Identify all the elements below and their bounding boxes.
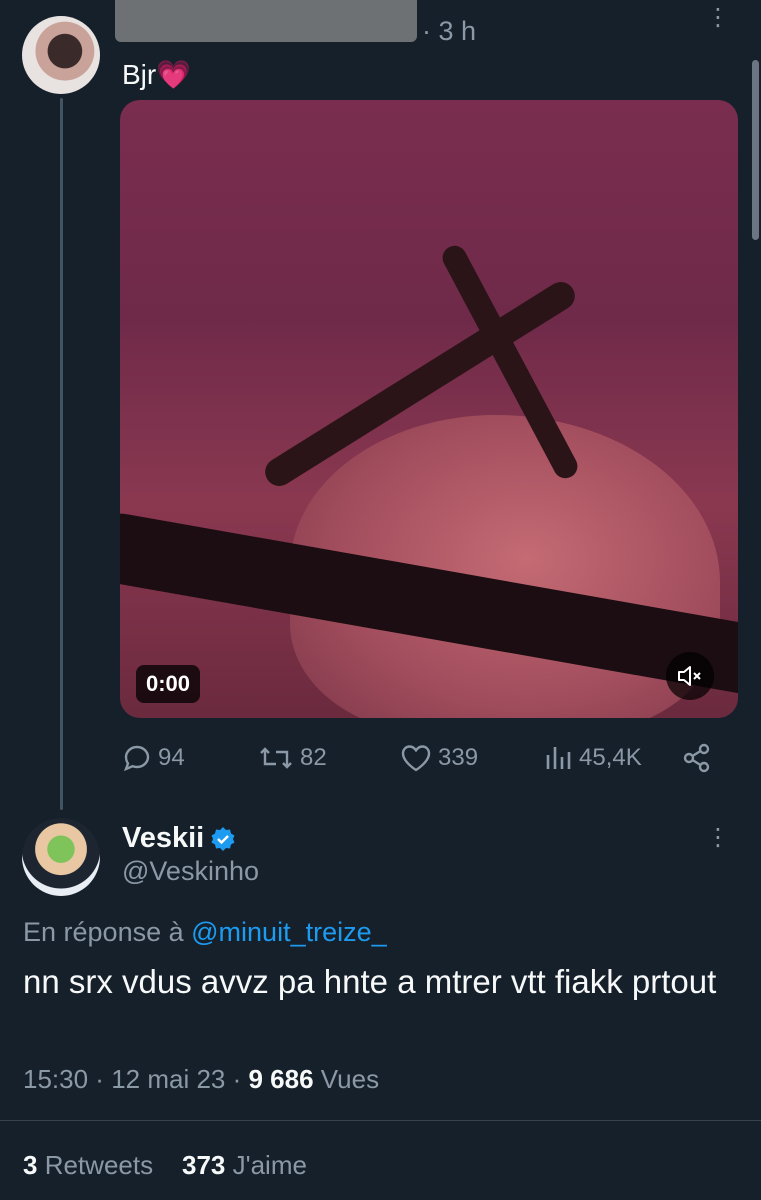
tweet-text: nn srx vdus avvz pa hnte a mtrer vtt fia… [23, 963, 717, 1000]
reply-icon [123, 745, 150, 772]
engagement-stats: 3 Retweets 373 J'aime [23, 1150, 307, 1181]
tweet-date[interactable]: 12 mai 23 [111, 1064, 225, 1094]
like-icon [401, 745, 431, 772]
reply-count: 94 [158, 744, 185, 771]
more-options-icon[interactable]: ⋮ [705, 826, 731, 850]
tweet-time[interactable]: 15:30 [23, 1064, 88, 1094]
share-button[interactable] [682, 738, 712, 778]
video-time: 0:00 [136, 665, 201, 703]
views-button[interactable]: 45,4K [543, 738, 642, 778]
retweet-count: 82 [300, 744, 327, 771]
tweet-meta: 15:30 · 12 mai 23 · 9 686 Vues [23, 1064, 380, 1094]
retweet-button[interactable]: 82 [258, 738, 327, 778]
mute-icon [678, 666, 701, 686]
reply-target-link[interactable]: @minuit_treize_ [191, 917, 387, 947]
views-label: Vues [320, 1064, 380, 1094]
like-button[interactable]: 339 [400, 738, 478, 778]
author-name-redacted [115, 0, 417, 42]
tweet-timestamp[interactable]: · 3 h [422, 16, 476, 47]
views-count: 45,4K [579, 744, 642, 771]
reply-button[interactable]: 94 [122, 738, 185, 778]
more-options-icon[interactable]: ⋮ [705, 6, 731, 30]
avatar[interactable] [22, 818, 100, 896]
views-icon [546, 747, 571, 769]
divider [0, 1120, 761, 1121]
video-player[interactable]: 0:00 [120, 100, 738, 718]
retweet-icon [260, 747, 292, 769]
reply-context: En réponse à @minuit_treize_ [23, 917, 387, 948]
mute-button[interactable] [666, 652, 714, 700]
thread-connector-line [60, 98, 63, 810]
reply-prefix: En réponse à [23, 917, 184, 947]
retweets-stat[interactable]: 3 Retweets [23, 1150, 153, 1180]
verified-icon [211, 826, 235, 851]
like-count: 339 [438, 744, 479, 771]
scrollbar[interactable] [752, 60, 759, 240]
display-name[interactable]: Veskii [122, 822, 236, 855]
tweet-text: Bjr💗 [122, 59, 192, 90]
views-count: 9 686 [248, 1064, 314, 1094]
likes-stat[interactable]: 373 J'aime [182, 1150, 307, 1180]
avatar[interactable] [22, 16, 100, 94]
share-icon [683, 743, 710, 773]
user-handle[interactable]: @Veskinho [122, 856, 259, 887]
